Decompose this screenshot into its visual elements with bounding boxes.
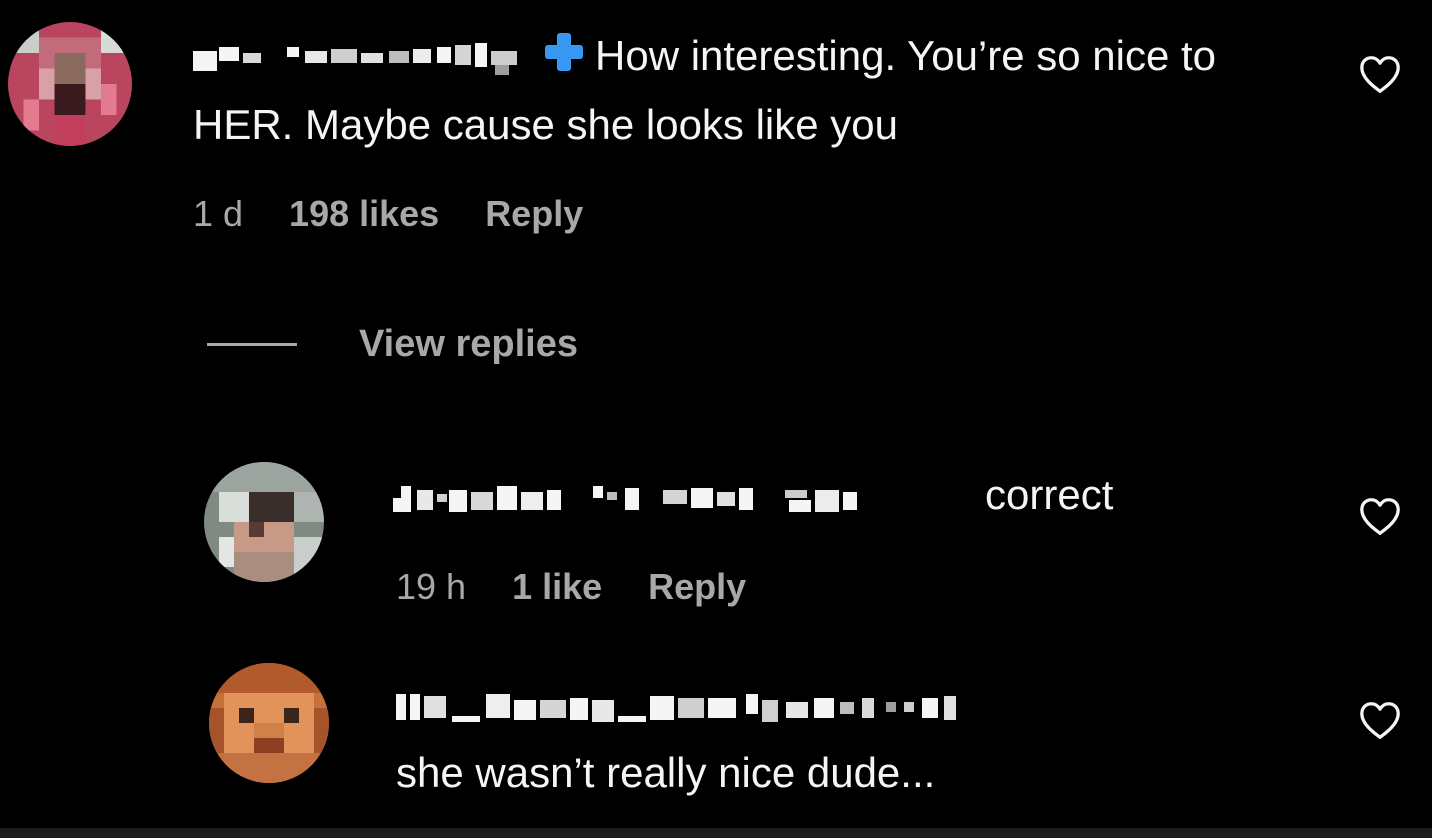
avatar[interactable] [209,663,329,783]
comment-likes[interactable]: 198 likes [289,192,439,236]
avatar[interactable] [204,462,324,582]
username-redacted[interactable] [193,39,535,79]
reply-time[interactable]: 19 h [396,565,466,609]
reply-text: she wasn’t really nice dude... [396,672,1336,806]
reply-text: correct [393,462,1333,528]
username-redacted[interactable] [393,478,977,518]
divider-line [207,342,297,346]
bottom-border [0,828,1432,838]
view-replies-button[interactable]: View replies [207,322,578,366]
comment-text: How interesting. You’re so nice to HER. … [193,23,1313,158]
heart-outline-icon[interactable] [1358,55,1402,95]
blue-plus-icon [543,26,585,92]
reply-body: she wasn’t really nice dude... [396,749,936,796]
avatar[interactable] [8,22,132,146]
reply-likes[interactable]: 1 like [512,565,602,609]
reply-button[interactable]: Reply [485,192,583,236]
heart-outline-icon[interactable] [1358,497,1402,537]
reply-body: correct [985,471,1114,518]
reply-button[interactable]: Reply [648,565,746,609]
comment-meta: 1 d 198 likes Reply [193,192,583,236]
username-redacted[interactable] [396,672,1336,738]
reply-meta: 19 h 1 like Reply [396,565,746,609]
heart-outline-icon[interactable] [1358,701,1402,741]
view-replies-label: View replies [359,323,578,365]
comment-time[interactable]: 1 d [193,192,243,236]
